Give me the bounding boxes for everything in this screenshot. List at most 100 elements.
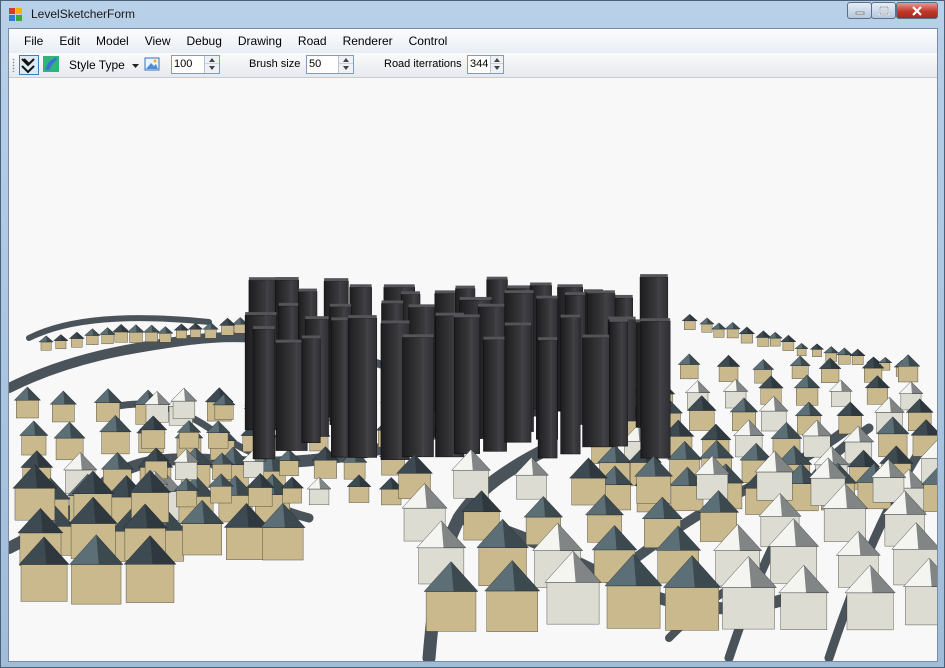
menu-control[interactable]: Control <box>401 31 456 51</box>
house <box>818 357 842 384</box>
menu-file[interactable]: File <box>16 31 51 51</box>
close-icon <box>912 5 922 16</box>
house <box>126 324 145 343</box>
house <box>84 328 101 345</box>
minimize-button[interactable] <box>847 2 872 19</box>
style-value-spinner[interactable]: 100 <box>171 55 220 74</box>
house <box>681 313 698 330</box>
menu-drawing[interactable]: Drawing <box>230 31 290 51</box>
client-area: File Edit Model View Debug Drawing Road … <box>8 28 938 662</box>
menu-debug[interactable]: Debug <box>179 31 230 51</box>
dropdown-arrow-icon[interactable] <box>132 64 140 70</box>
maximize-icon <box>878 6 889 15</box>
menu-bar: File Edit Model View Debug Drawing Road … <box>9 29 937 53</box>
house <box>895 354 921 383</box>
close-button[interactable] <box>896 2 938 19</box>
skyscraper <box>453 314 481 454</box>
skyscraper-cluster <box>244 274 671 460</box>
spin-up-icon <box>494 57 500 62</box>
app-window: LevelSketcherForm File Edit Model View D… <box>0 0 945 668</box>
road-iterations-label: Road iterrations <box>384 58 462 70</box>
app-icon <box>9 8 22 21</box>
house <box>157 326 174 343</box>
menu-edit[interactable]: Edit <box>51 31 88 51</box>
menu-view[interactable]: View <box>137 31 179 51</box>
house <box>68 331 85 348</box>
road-spin-up[interactable] <box>491 56 503 64</box>
house <box>794 342 809 357</box>
style-value: 100 <box>174 58 193 70</box>
style-spin-down[interactable] <box>205 64 219 72</box>
brush-spin-down[interactable] <box>339 64 353 72</box>
spin-up-icon <box>209 57 215 62</box>
spin-up-icon <box>343 57 349 62</box>
house <box>38 335 54 351</box>
house <box>716 354 741 382</box>
brush-size-label: Brush size <box>249 58 301 70</box>
road-iterations-spinner[interactable]: 344 <box>467 55 504 74</box>
house <box>780 334 797 351</box>
road-iterations-value: 344 <box>470 58 489 70</box>
toolbar-grip[interactable] <box>12 58 15 72</box>
house <box>170 387 198 419</box>
house <box>202 322 219 339</box>
road-fork-icon <box>21 58 35 74</box>
skyscraper <box>252 326 275 460</box>
road-spinner-buttons <box>490 56 503 73</box>
menu-model[interactable]: Model <box>88 31 137 51</box>
image-icon <box>144 57 160 71</box>
house <box>306 476 332 506</box>
menu-road[interactable]: Road <box>290 31 335 51</box>
brush-spinner-buttons <box>338 56 353 73</box>
image-button[interactable] <box>143 55 163 75</box>
maximize-button[interactable] <box>871 2 896 19</box>
house <box>849 348 866 365</box>
house <box>767 331 783 347</box>
house <box>277 448 301 476</box>
skyscraper <box>609 318 628 447</box>
house <box>793 374 821 406</box>
house <box>711 322 727 338</box>
house <box>738 326 756 344</box>
house <box>13 386 42 419</box>
city-scene[interactable] <box>9 78 937 661</box>
house <box>53 334 69 350</box>
skyscraper <box>402 334 434 458</box>
menu-renderer[interactable]: Renderer <box>335 31 401 51</box>
house <box>828 379 853 407</box>
house <box>187 322 204 338</box>
road-spin-down[interactable] <box>491 64 503 72</box>
spin-down-icon <box>343 66 349 70</box>
house <box>218 317 237 336</box>
toolbar: Style Type 100 Brush size 50 Road iterra… <box>9 53 937 78</box>
skyscraper <box>560 314 581 455</box>
house <box>724 321 741 339</box>
minimize-icon <box>855 11 864 14</box>
skyscraper <box>301 335 321 443</box>
style-spinner-buttons <box>204 56 219 73</box>
house <box>809 343 825 357</box>
house <box>173 323 190 339</box>
house <box>93 388 123 422</box>
style-type-label[interactable]: Style Type <box>69 58 125 72</box>
road-tool-button[interactable] <box>19 55 39 75</box>
window-title: LevelSketcherForm <box>31 7 136 21</box>
spin-down-icon <box>209 66 215 70</box>
title-bar[interactable]: LevelSketcherForm <box>1 1 944 28</box>
house <box>112 323 131 343</box>
3d-viewport[interactable] <box>9 78 937 661</box>
skyscraper <box>504 322 532 443</box>
house <box>835 347 853 365</box>
skyscraper <box>483 336 507 452</box>
house <box>99 327 116 345</box>
house <box>19 420 49 456</box>
house <box>49 390 77 423</box>
brush-size-spinner[interactable]: 50 <box>306 55 354 74</box>
brush-spin-up[interactable] <box>339 56 353 64</box>
skyscraper <box>347 315 378 458</box>
style-spin-up[interactable] <box>205 56 219 64</box>
skyscraper <box>582 334 615 448</box>
house <box>755 330 772 347</box>
house <box>677 353 701 380</box>
terrain-tool-button[interactable] <box>42 55 62 75</box>
